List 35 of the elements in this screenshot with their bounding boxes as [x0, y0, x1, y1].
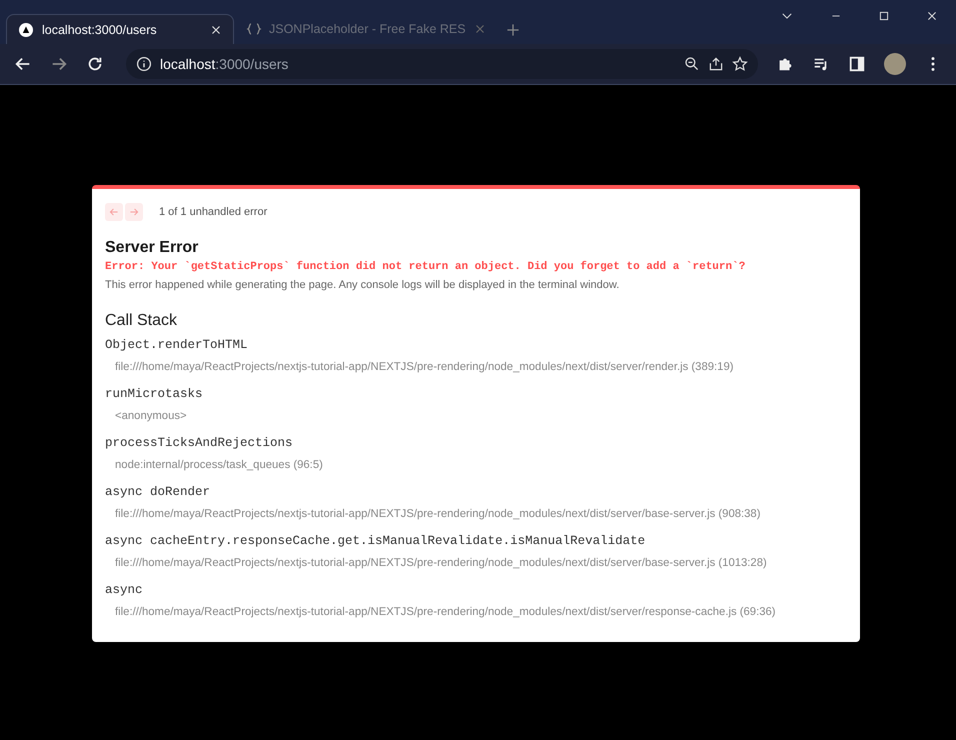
- stack-frame-location[interactable]: file:///home/maya/ReactProjects/nextjs-tutorial-app/NEXTJS/pre-rendering/node_modules/next/dist/server/base-server.js (1013:28): [115, 557, 847, 569]
- braces-icon: [246, 22, 262, 36]
- error-title: Server Error: [105, 239, 200, 257]
- stack-frame-location[interactable]: file:///home/maya/ReactProjects/nextjs-tutorial-app/NEXTJS/pre-rendering/node_modules/next/dist/server/render.js (389:19): [115, 361, 847, 373]
- stack-frame-name: runMicrotasks: [105, 387, 204, 401]
- stack-frame-name: async: [105, 583, 144, 597]
- error-note: This error happened while generating the page. Any console logs will be displayed in the terminal window.: [105, 279, 620, 291]
- back-icon[interactable]: [14, 55, 32, 73]
- star-icon[interactable]: [732, 56, 748, 72]
- call-stack-heading: Call Stack: [105, 312, 178, 330]
- forward-icon[interactable]: [50, 55, 68, 73]
- triangle-logo-icon: [19, 22, 33, 36]
- error-message: Error: Your `getStaticProps` function did not return an object. Did you forget to add a `return`?: [105, 261, 746, 273]
- reload-icon[interactable]: [86, 55, 104, 73]
- share-icon[interactable]: [708, 56, 724, 72]
- stack-frame-name: async cacheEntry.responseCache.get.isManualRevalidate.isManualRevalidate: [105, 534, 646, 548]
- maximize-icon[interactable]: [878, 10, 890, 22]
- browser-tab[interactable]: JSONPlaceholder - Free Fake RES: [234, 14, 497, 44]
- profile-avatar[interactable]: [884, 53, 906, 75]
- address-bar[interactable]: localhost:3000/users: [126, 49, 758, 79]
- stack-frame-location[interactable]: file:///home/maya/ReactProjects/nextjs-tutorial-app/NEXTJS/pre-rendering/node_modules/next/dist/server/response-cache.js (69:36): [115, 606, 847, 618]
- stack-frame-location[interactable]: <anonymous>: [115, 410, 847, 422]
- url-text: localhost:3000/users: [160, 56, 290, 72]
- stack-frame-location[interactable]: node:internal/process/task_queues (96:5): [115, 459, 847, 471]
- info-icon[interactable]: [136, 56, 152, 72]
- side-panel-icon[interactable]: [848, 55, 866, 73]
- stack-frame-location[interactable]: file:///home/maya/ReactProjects/nextjs-tutorial-app/NEXTJS/pre-rendering/node_modules/next/dist/server/base-server.js (908:38): [115, 508, 847, 520]
- browser-tab[interactable]: localhost:3000/users: [6, 14, 234, 44]
- close-icon[interactable]: [926, 10, 938, 22]
- stack-frame-name: Object.renderToHTML: [105, 338, 249, 352]
- stack-frame-name: async doRender: [105, 485, 212, 499]
- new-tab-icon[interactable]: [504, 22, 521, 38]
- error-counter: 1 of 1 unhandled error: [159, 206, 268, 218]
- stack-frame-name: processTicksAndRejections: [105, 436, 294, 450]
- zoom-out-icon[interactable]: [684, 56, 700, 72]
